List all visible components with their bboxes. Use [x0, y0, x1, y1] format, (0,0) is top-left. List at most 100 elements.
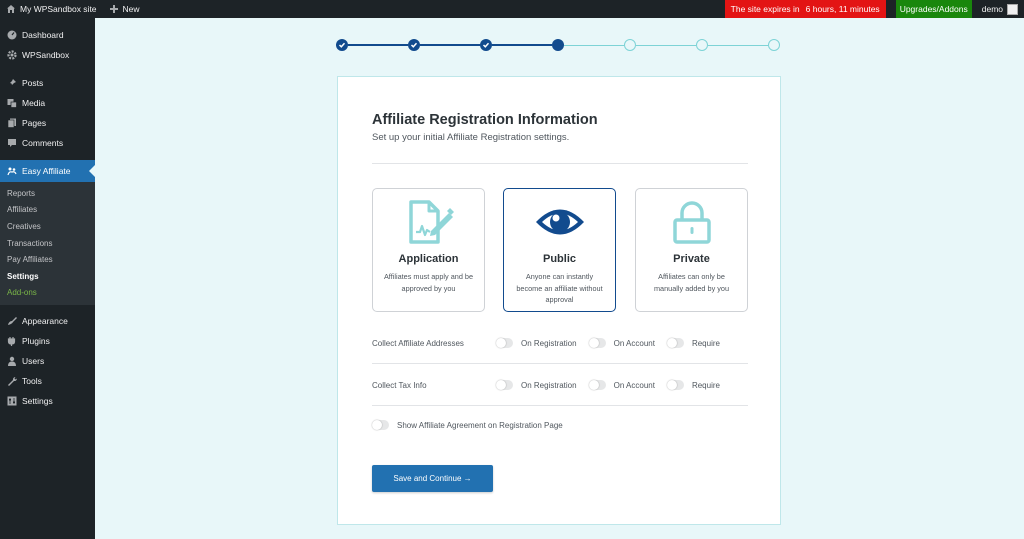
sidebar-label: Media [22, 98, 46, 108]
site-name: My WPSandbox site [20, 4, 97, 14]
tax-require-toggle[interactable] [666, 380, 684, 390]
sidebar-item-comments[interactable]: Comments [0, 133, 95, 153]
option-public[interactable]: Public Anyone can instantly become an af… [503, 188, 616, 312]
stepper-step-5 [624, 39, 636, 51]
sidebar-label: Easy Affiliate [22, 166, 71, 176]
sidebar-item-pages[interactable]: Pages [0, 113, 95, 133]
users-icon [7, 356, 17, 367]
page-title: Affiliate Registration Information [372, 112, 598, 128]
addresses-on-account-toggle[interactable] [588, 338, 606, 348]
toggle-label: On Registration [521, 338, 577, 348]
submenu-item-pay-affiliates[interactable]: Pay Affiliates [0, 251, 95, 268]
check-icon [410, 42, 418, 48]
sidebar-item-media[interactable]: Media [0, 93, 95, 113]
submenu-item-reports[interactable]: Reports [0, 185, 95, 202]
check-icon [482, 42, 490, 48]
sidebar-label: Pages [22, 118, 47, 128]
toggle-label: Require [691, 338, 720, 348]
new-label: New [122, 4, 140, 14]
avatar[interactable] [1007, 3, 1018, 15]
expiry-time: 6 hours, 11 minutes [805, 4, 880, 14]
tax-on-account-toggle[interactable] [588, 380, 606, 390]
sidebar-label: Users [22, 356, 45, 367]
stepper-step-2 [408, 39, 420, 51]
user-name[interactable]: demo [982, 4, 1003, 14]
stepper-step-7 [768, 39, 780, 51]
easy-affiliate-submenu: Reports Affiliates Creatives Transaction… [0, 182, 95, 306]
stepper-connector [708, 44, 768, 46]
eye-icon [504, 199, 615, 245]
sidebar-label: Comments [22, 138, 64, 148]
expiry-label: The site expires in [730, 4, 800, 14]
pages-icon [7, 118, 17, 128]
sidebar-label: Tools [22, 376, 42, 387]
stepper-connector [348, 44, 408, 46]
application-form-icon [373, 199, 484, 245]
setting-row-collect-tax-info: Collect Tax Info On Registration On Acco… [372, 377, 748, 393]
submenu-item-add-ons[interactable]: Add-ons [0, 285, 95, 302]
option-application[interactable]: Application Affiliates must apply and be… [372, 188, 485, 312]
setting-label: Collect Tax Info [372, 380, 427, 390]
sidebar-item-dashboard[interactable]: Dashboard [0, 25, 95, 45]
media-icon [7, 98, 17, 108]
addresses-on-registration-toggle[interactable] [496, 338, 513, 348]
submenu-item-transactions[interactable]: Transactions [0, 235, 95, 252]
tax-on-registration-toggle[interactable] [496, 380, 513, 390]
sidebar-item-posts[interactable]: Posts [0, 73, 95, 93]
home-icon [7, 5, 15, 13]
pin-icon [7, 78, 17, 88]
sidebar-item-plugins[interactable]: Plugins [0, 331, 95, 351]
sidebar-label: WPSandbox [22, 50, 70, 60]
brush-icon [7, 316, 17, 326]
divider [372, 163, 748, 164]
sidebar-item-appearance[interactable]: Appearance [0, 311, 95, 331]
comment-icon [7, 138, 17, 148]
option-description: Anyone can instantly become an affiliate… [516, 272, 603, 304]
stepper-connector [420, 44, 480, 46]
sidebar-item-users[interactable]: Users [0, 351, 95, 371]
sidebar-item-wpsandbox[interactable]: WPSandbox [0, 45, 95, 65]
sidebar-label: Posts [22, 78, 44, 88]
addresses-require-toggle[interactable] [666, 338, 684, 348]
admin-bar: My WPSandbox site New The site expires i… [0, 0, 1024, 18]
toggle-label: On Account [613, 380, 655, 390]
setting-label: Collect Affiliate Addresses [372, 338, 464, 348]
option-description: Affiliates must apply and be approved by… [383, 272, 474, 293]
submenu-item-affiliates[interactable]: Affiliates [0, 202, 95, 219]
sidebar-label: Appearance [22, 316, 68, 327]
lock-icon [636, 199, 747, 245]
admin-sidebar: Dashboard WPSandbox Posts Media Pages Co… [0, 18, 95, 539]
stepper-connector [564, 44, 624, 46]
submenu-item-creatives[interactable]: Creatives [0, 218, 95, 235]
toggle-label: Require [691, 380, 720, 390]
sidebar-label: Dashboard [22, 30, 64, 40]
page-subtitle: Set up your initial Affiliate Registrati… [372, 132, 570, 143]
plugin-icon [7, 336, 17, 347]
upgrades-addons-link[interactable]: Upgrades/Addons [895, 0, 972, 18]
option-description: Affiliates can only be manually added by… [653, 272, 730, 293]
save-and-continue-button[interactable]: Save and Continue → [372, 465, 493, 492]
settings-icon [7, 396, 17, 406]
option-title: Application [398, 253, 459, 265]
expiry-notice: The site expires in 6 hours, 11 minutes [724, 0, 886, 18]
stepper-connector [492, 44, 552, 46]
option-private[interactable]: Private Affiliates can only be manually … [635, 188, 748, 312]
affiliate-agreement-setting: Show Affiliate Agreement on Registration… [372, 420, 563, 430]
submenu-item-settings[interactable]: Settings [0, 268, 95, 285]
sidebar-label: Settings [22, 396, 53, 407]
stepper-connector [636, 44, 696, 46]
check-icon [338, 42, 346, 48]
divider [372, 363, 748, 364]
sidebar-item-easy-affiliate[interactable]: Easy Affiliate [0, 160, 95, 182]
wizard-stepper [336, 38, 782, 52]
toggle-label: Show Affiliate Agreement on Registration… [397, 420, 563, 430]
stepper-step-3 [480, 39, 492, 51]
new-content-link[interactable]: New [103, 0, 146, 18]
sidebar-item-tools[interactable]: Tools [0, 371, 95, 391]
affiliate-agreement-toggle[interactable] [372, 420, 389, 430]
site-name-link[interactable]: My WPSandbox site [0, 0, 103, 18]
registration-settings-card: Affiliate Registration Information Set u… [337, 76, 781, 525]
stepper-step-4 [552, 39, 564, 51]
sidebar-item-settings[interactable]: Settings [0, 391, 95, 411]
stepper-step-6 [696, 39, 708, 51]
